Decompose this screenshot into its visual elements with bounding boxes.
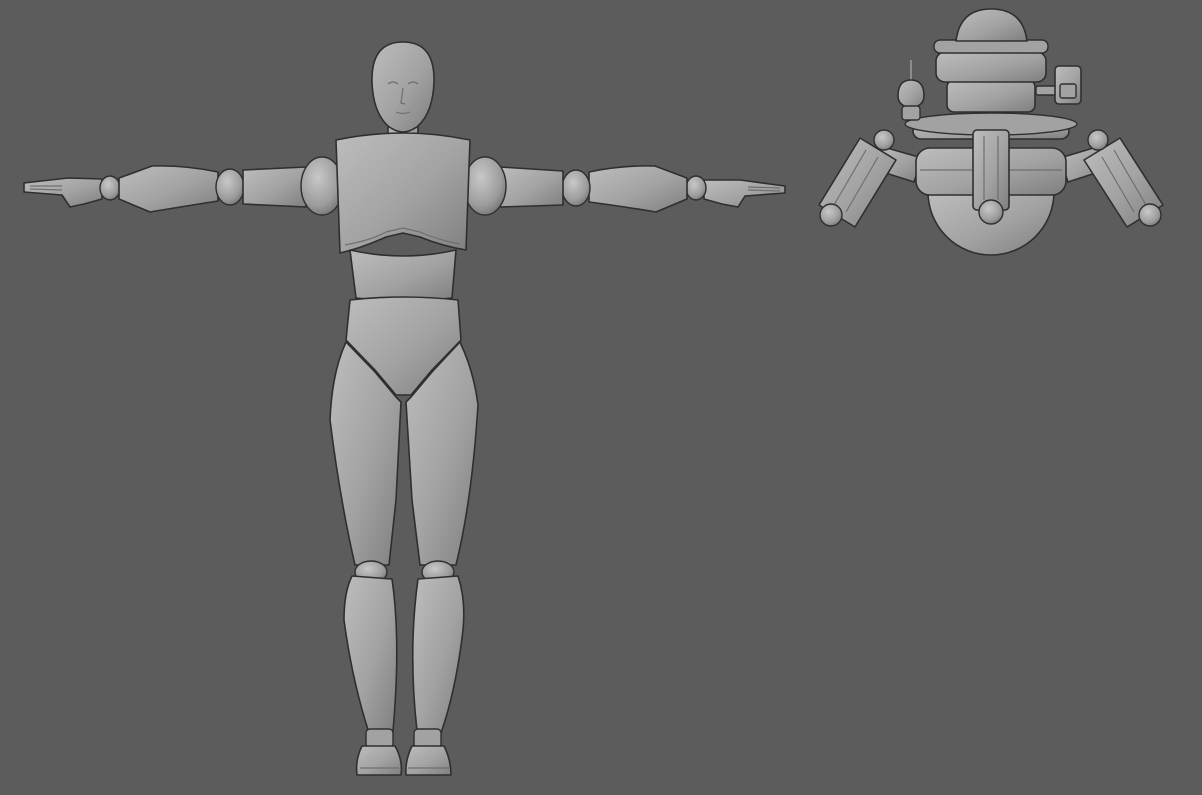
drone-center-cannon-tip[interactable] bbox=[978, 199, 1004, 225]
right-shin[interactable] bbox=[411, 575, 465, 734]
drone-upper-cylinder[interactable] bbox=[935, 51, 1047, 83]
drone-top-ring[interactable] bbox=[933, 39, 1049, 54]
left-upper-arm[interactable] bbox=[242, 166, 307, 208]
drone-center-cannon[interactable] bbox=[972, 129, 1010, 211]
right-wrist-joint[interactable] bbox=[685, 175, 707, 201]
left-forearm[interactable] bbox=[118, 165, 219, 213]
right-upper-arm[interactable] bbox=[499, 166, 564, 208]
drone-dome[interactable] bbox=[955, 8, 1028, 42]
abdomen[interactable] bbox=[349, 249, 457, 302]
left-wrist-joint[interactable] bbox=[99, 175, 121, 201]
right-hand[interactable] bbox=[703, 179, 786, 208]
drone-mid-cylinder[interactable] bbox=[946, 79, 1036, 113]
chest[interactable] bbox=[335, 132, 471, 254]
drone-right-arm-tip[interactable] bbox=[1138, 203, 1162, 227]
right-ankle[interactable] bbox=[413, 728, 442, 749]
drone-left-arm-tip[interactable] bbox=[819, 203, 843, 227]
right-forearm[interactable] bbox=[588, 165, 688, 213]
left-elbow-joint[interactable] bbox=[215, 168, 245, 206]
drone-robot-model[interactable] bbox=[818, 8, 1164, 256]
right-foot[interactable] bbox=[405, 745, 452, 776]
3d-viewport[interactable] bbox=[0, 0, 1202, 795]
right-shoulder[interactable] bbox=[463, 156, 507, 216]
left-shin[interactable] bbox=[343, 575, 398, 734]
viewport-canvas[interactable] bbox=[0, 0, 1202, 795]
drone-sensor-head[interactable] bbox=[897, 79, 925, 109]
right-elbow-joint[interactable] bbox=[561, 169, 591, 207]
drone-right-arm-joint[interactable] bbox=[1087, 129, 1109, 151]
left-foot[interactable] bbox=[355, 745, 403, 776]
humanoid-model[interactable] bbox=[23, 41, 786, 776]
drone-left-arm-joint[interactable] bbox=[873, 129, 895, 151]
left-hand[interactable] bbox=[23, 177, 103, 208]
drone-sensor-base[interactable] bbox=[901, 105, 921, 121]
left-ankle[interactable] bbox=[365, 728, 394, 749]
head[interactable] bbox=[371, 41, 435, 133]
drone-camera-lens bbox=[1059, 83, 1077, 99]
